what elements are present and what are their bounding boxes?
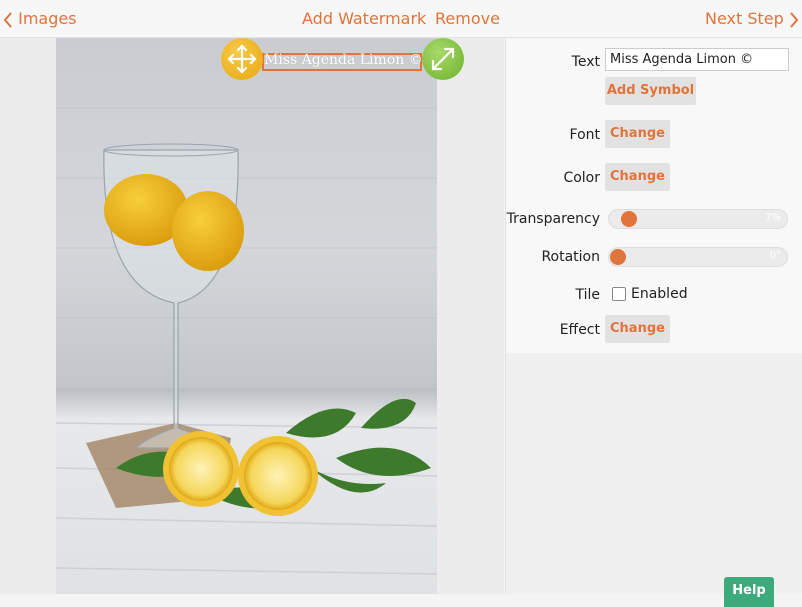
lemon-glass-photo: [56, 38, 437, 594]
add-symbol-button[interactable]: Add Symbol: [605, 77, 696, 105]
tile-enabled-checkbox[interactable]: [612, 287, 626, 301]
add-watermark-tab[interactable]: Add Watermark: [302, 9, 426, 28]
watermark-text-input[interactable]: [605, 48, 789, 71]
color-label: Color: [563, 170, 600, 186]
chevron-left-icon: [3, 11, 12, 28]
rotation-slider[interactable]: 0°: [608, 247, 788, 267]
font-label: Font: [569, 127, 600, 143]
resize-handle[interactable]: [422, 38, 464, 80]
transparency-value: 7%: [765, 212, 781, 223]
settings-panel: Text Add Symbol Font Change Color Change…: [505, 38, 802, 594]
rotation-slider-knob[interactable]: [610, 249, 626, 265]
photo-preview: [56, 38, 437, 594]
effect-change-button[interactable]: Change: [605, 315, 670, 343]
rotation-label: Rotation: [541, 249, 600, 265]
transparency-slider[interactable]: 7%: [608, 209, 788, 229]
resize-diagonal-icon: [431, 47, 455, 71]
color-change-button[interactable]: Change: [605, 163, 670, 191]
transparency-slider-knob[interactable]: [621, 211, 638, 227]
back-label: Images: [18, 9, 77, 28]
next-step-link[interactable]: Next Step: [705, 9, 799, 28]
help-button[interactable]: Help: [724, 577, 774, 607]
next-step-label: Next Step: [705, 9, 784, 28]
transparency-label: Transparency: [506, 211, 600, 227]
tile-enabled-label[interactable]: Enabled: [631, 286, 688, 302]
watermark-text[interactable]: Miss Agenda Limon ©: [264, 52, 424, 68]
font-change-button[interactable]: Change: [605, 120, 670, 148]
move-arrows-icon: [227, 44, 257, 74]
text-label: Text: [571, 54, 600, 70]
back-images-link[interactable]: Images: [3, 9, 77, 28]
effect-label: Effect: [559, 322, 600, 338]
top-bar: Images Add Watermark Remove Next Step: [0, 0, 802, 38]
remove-tab[interactable]: Remove: [435, 9, 500, 28]
move-handle[interactable]: [221, 38, 263, 80]
rotation-value: 0°: [769, 250, 781, 261]
chevron-right-icon: [790, 11, 799, 28]
tile-label: Tile: [575, 287, 600, 303]
